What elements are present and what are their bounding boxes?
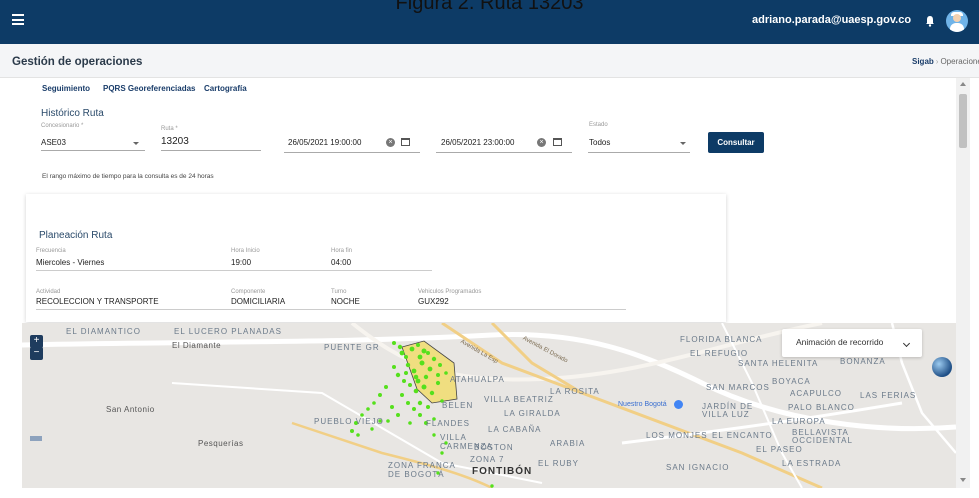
- scroll-thumb[interactable]: [959, 94, 967, 148]
- map-label: FLANDES: [426, 419, 470, 428]
- map-label: PALO BLANCO: [788, 403, 855, 412]
- concesionario-label: Concesionario *: [41, 123, 84, 129]
- concesionario-select[interactable]: ASE03: [41, 138, 66, 147]
- estado-label: Estado: [589, 122, 608, 128]
- page-header: Gestión de operaciones Sigab›Operaciones: [0, 44, 979, 78]
- map-label: SAN MARCOS: [706, 383, 770, 392]
- map-label: VILLA BEATRIZ: [484, 395, 554, 404]
- map-label: LOS MONJES: [646, 431, 708, 440]
- page-scrollbar[interactable]: [956, 78, 970, 488]
- hora-inicio-value: 19:00: [231, 258, 252, 267]
- hora-inicio-label: Hora Inicio: [231, 248, 260, 254]
- map-label: EL DIAMANTICO: [66, 327, 141, 336]
- globe-icon[interactable]: [932, 357, 952, 377]
- calendar-icon[interactable]: [553, 138, 562, 146]
- chevron-down-icon[interactable]: [133, 142, 139, 145]
- frecuencia-value: Miercoles - Viernes: [36, 258, 105, 267]
- chevron-down-icon[interactable]: [902, 339, 911, 348]
- map-label: EL PASEO: [756, 445, 803, 454]
- map-label: LA GIRALDA: [504, 409, 561, 418]
- map-label: ZONA 7: [470, 455, 505, 464]
- turno-value: NOCHE: [331, 297, 360, 306]
- breadcrumb-current: Operaciones: [940, 57, 979, 66]
- hamburger-menu-icon[interactable]: [12, 14, 24, 25]
- map-label: BELLAVISTA OCCIDENTAL: [792, 428, 853, 445]
- map-label: ACAPULCO: [790, 389, 843, 398]
- componente-label: Componente: [231, 289, 266, 295]
- fecha-inicio-input[interactable]: 26/05/2021 19:00:00: [288, 138, 361, 147]
- breadcrumb: Sigab›Operaciones: [912, 57, 979, 66]
- map-label: EL RUBY: [538, 459, 579, 468]
- consultar-button[interactable]: Consultar: [708, 132, 764, 153]
- map-label: JARDÍN DE VILLA LUZ: [702, 402, 754, 419]
- map-label: Pesquerías: [198, 439, 244, 448]
- map-label: EL ENCANTO: [712, 431, 773, 440]
- actividad-value: RECOLECCION Y TRANSPORTE: [36, 297, 159, 306]
- tab-cartografia[interactable]: Cartografía: [204, 84, 247, 93]
- poi-label: Nuestro Bogotá: [618, 401, 667, 408]
- map-label: ARABIA: [550, 439, 586, 448]
- bell-icon[interactable]: [925, 15, 935, 27]
- map-label: LAS FERIAS: [860, 391, 917, 400]
- map-pin-icon[interactable]: [674, 400, 683, 409]
- vehiculos-label: Vehiculos Programados: [418, 289, 482, 295]
- vehiculos-value: GUX292: [418, 297, 449, 306]
- chevron-down-icon[interactable]: [680, 142, 686, 145]
- map-label: El Diamante: [172, 341, 222, 350]
- fecha-fin-input[interactable]: 26/05/2021 23:00:00: [441, 138, 514, 147]
- figure-caption: Figura 2. Ruta 13203: [395, 0, 584, 14]
- hora-fin-value: 04:00: [331, 258, 352, 267]
- scroll-up-icon[interactable]: [960, 82, 966, 86]
- page-title: Gestión de operaciones: [12, 56, 143, 68]
- actividad-label: Actividad: [36, 289, 61, 295]
- planeacion-ruta-title: Planeación Ruta: [39, 230, 113, 241]
- map-label: BOYACA: [772, 377, 811, 386]
- map-label: FONTIBÓN: [472, 466, 533, 477]
- animation-select-label: Animación de recorrido: [796, 337, 884, 347]
- map-label: LA ESTRADA: [782, 459, 842, 468]
- map-label: FLORIDA BLANCA: [680, 335, 763, 344]
- range-note: El rango máximo de tiempo para la consul…: [42, 173, 214, 180]
- map-label: LA ROSITA: [550, 387, 600, 396]
- breadcrumb-separator: ›: [935, 57, 939, 66]
- map-label: LA CABAÑA: [488, 425, 542, 434]
- turno-label: Turno: [331, 289, 347, 295]
- map-label: EL LUCERO PLANADAS: [174, 327, 282, 336]
- map-label: PUEBLO VIEJO: [314, 417, 384, 426]
- tab-pqrs-georeferenciadas[interactable]: PQRS Georeferenciadas: [103, 84, 195, 93]
- planeacion-card: Planeación Ruta Frecuencia Miercoles - V…: [26, 194, 726, 322]
- calendar-icon[interactable]: [401, 138, 410, 146]
- scroll-down-icon[interactable]: [960, 478, 966, 482]
- map-label: ATAHUALPA: [450, 375, 505, 384]
- map-label: SAN IGNACIO: [666, 463, 730, 472]
- hora-fin-label: Hora fin: [331, 248, 353, 254]
- ruta-label: Ruta *: [161, 126, 178, 132]
- map-label: ZONA FRANCA DE BOGOTÁ: [388, 461, 456, 479]
- zoom-out-button[interactable]: −: [30, 347, 43, 360]
- componente-value: DOMICILIARIA: [231, 297, 286, 306]
- ruta-input[interactable]: 13203: [161, 136, 189, 147]
- breadcrumb-root[interactable]: Sigab: [912, 57, 934, 66]
- map-label: BELEN: [442, 401, 474, 410]
- map-label: San Antonio: [106, 405, 155, 414]
- clear-icon[interactable]: ×: [537, 138, 546, 147]
- map-label: LA EUROPA: [772, 417, 826, 426]
- route-map[interactable]: + − EL DIAMANTICO EL LUCERO PLANADAS El …: [22, 323, 956, 488]
- zoom-slider[interactable]: [30, 436, 42, 441]
- historico-ruta-title: Histórico Ruta: [41, 108, 104, 119]
- frecuencia-label: Frecuencia: [36, 248, 66, 254]
- tab-seguimiento[interactable]: Seguimiento: [42, 84, 90, 93]
- map-label: EL REFUGIO: [690, 349, 749, 358]
- map-label: BONANZA: [840, 357, 886, 366]
- clear-icon[interactable]: ×: [386, 138, 395, 147]
- estado-select[interactable]: Todos: [589, 138, 610, 147]
- map-label: SANTA HELENITA: [738, 359, 819, 368]
- user-email[interactable]: adriano.parada@uaesp.gov.co: [752, 14, 911, 26]
- map-label: BOSTON: [474, 443, 514, 452]
- map-label: PUENTE GR: [324, 343, 380, 352]
- animation-select[interactable]: Animación de recorrido: [782, 329, 922, 357]
